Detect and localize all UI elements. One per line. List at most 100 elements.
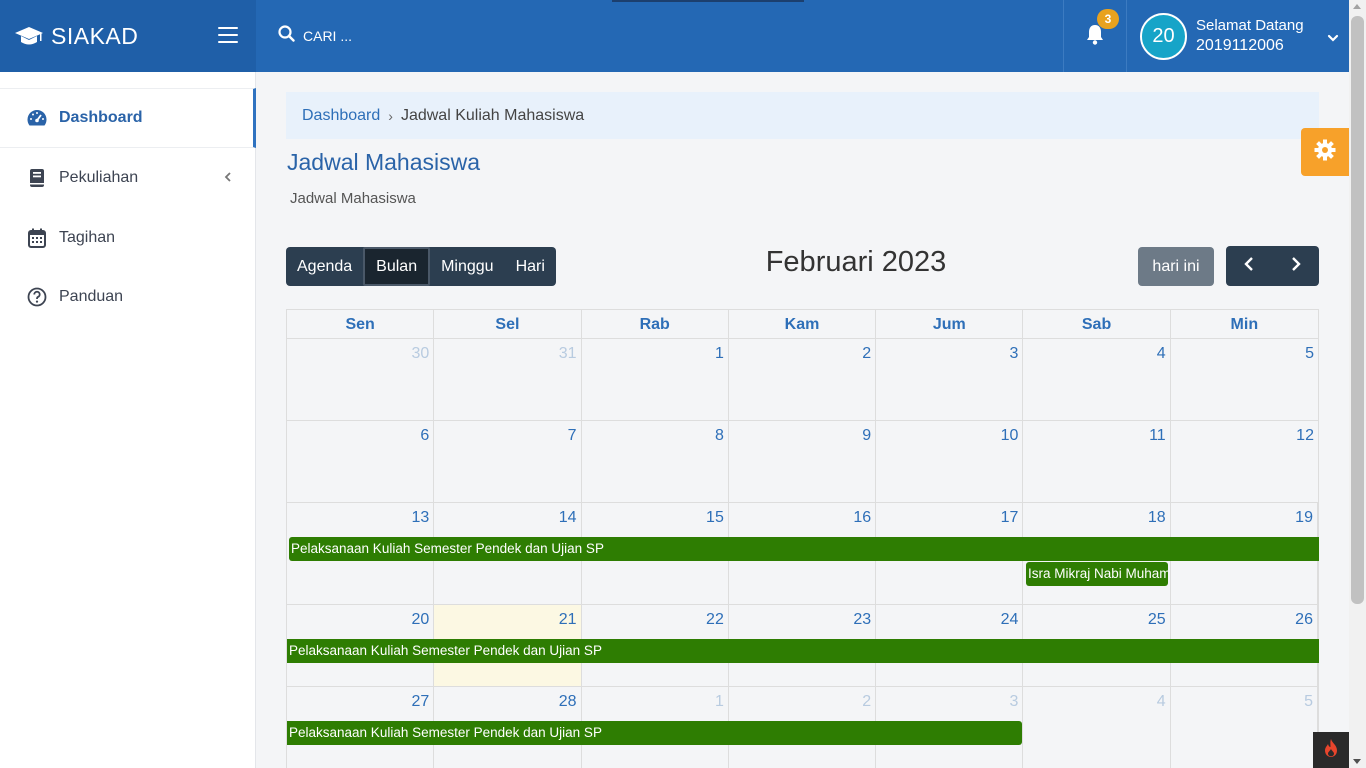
month-calendar: Sen Sel Rab Kam Jum Sab Min 30 31 1 2 3 …	[286, 309, 1319, 768]
day-number: 11	[1149, 427, 1166, 444]
question-circle-icon	[26, 286, 48, 308]
sidebar-item-dashboard[interactable]: Dashboard	[0, 88, 256, 148]
calendar-week: 30 31 1 2 3 4 5	[286, 339, 1319, 421]
menu-toggle-icon[interactable]	[218, 27, 238, 43]
gear-icon	[1314, 139, 1336, 166]
day-number: 5	[1304, 693, 1313, 710]
calendar-event[interactable]: Isra Mikraj Nabi Muhammad	[1026, 562, 1168, 586]
calendar-day[interactable]: 31	[434, 339, 582, 420]
dashboard-gauge-icon	[26, 107, 48, 129]
day-number: 9	[862, 427, 872, 444]
today-button[interactable]: hari ini	[1138, 247, 1214, 286]
day-number: 4	[1156, 693, 1166, 710]
chevron-left-icon	[224, 170, 232, 188]
calendar-day[interactable]: 30	[287, 339, 435, 420]
view-week-button[interactable]: Minggu	[430, 247, 504, 286]
scrollbar-thumb[interactable]	[1351, 16, 1364, 604]
calendar-icon	[26, 227, 48, 249]
calendar-week: 27 28 1 2 3 4 5 Pelaksanaan Kuliah Semes…	[286, 687, 1319, 768]
weekday-label: Rab	[582, 310, 729, 338]
day-number: 24	[1000, 611, 1019, 628]
day-number: 4	[1156, 345, 1166, 362]
user-id: 2019112006	[1196, 37, 1284, 54]
calendar-day[interactable]: 4	[1023, 687, 1171, 768]
day-number: 23	[853, 611, 872, 628]
day-number: 26	[1295, 611, 1313, 628]
book-icon	[26, 167, 48, 189]
search-icon	[278, 25, 295, 47]
calendar-day[interactable]: 5	[1171, 687, 1318, 768]
settings-button[interactable]	[1301, 128, 1349, 176]
top-navbar: SIAKAD 3 20 Selamat Datang 2019112006	[0, 0, 1349, 72]
sidebar: Dashboard Pekuliahan Tagihan Panduan	[0, 72, 256, 768]
debug-toolbar-button[interactable]	[1313, 732, 1349, 768]
prev-month-button[interactable]	[1226, 246, 1273, 286]
calendar-view-switcher: Agenda Bulan Minggu Hari	[286, 247, 556, 286]
view-day-button[interactable]: Hari	[505, 247, 556, 286]
day-number: 8	[714, 427, 724, 444]
notification-button[interactable]: 3	[1063, 0, 1127, 72]
calendar-day[interactable]: 7	[434, 421, 582, 502]
day-number: 21	[558, 611, 577, 628]
search-input[interactable]	[303, 28, 603, 44]
calendar-day[interactable]: 4	[1023, 339, 1171, 420]
weekday-label: Sel	[434, 310, 582, 338]
day-number: 30	[411, 345, 430, 362]
calendar-day[interactable]: 2	[729, 339, 877, 420]
breadcrumb-current: Jadwal Kuliah Mahasiswa	[400, 106, 585, 124]
calendar-day[interactable]: 5	[1171, 339, 1318, 420]
sidebar-item-panduan[interactable]: Panduan	[0, 267, 256, 327]
day-number: 3	[1009, 693, 1019, 710]
scroll-up-arrow-icon[interactable]	[1353, 4, 1361, 9]
weekday-label: Sen	[287, 310, 435, 338]
calendar-day[interactable]: 9	[729, 421, 877, 502]
day-number: 19	[1295, 509, 1313, 526]
calendar-day[interactable]: 11	[1023, 421, 1171, 502]
flame-icon	[1323, 738, 1339, 763]
day-number: 10	[1000, 427, 1019, 444]
user-greeting: Selamat Datang	[1196, 17, 1304, 34]
breadcrumb-dashboard-link[interactable]: Dashboard	[302, 107, 380, 125]
brand-name: SIAKAD	[51, 22, 139, 49]
day-number: 22	[706, 611, 724, 628]
day-number: 27	[411, 693, 430, 710]
view-agenda-button[interactable]: Agenda	[286, 247, 363, 286]
calendar-day[interactable]: 3	[876, 339, 1024, 420]
calendar-event[interactable]: Pelaksanaan Kuliah Semester Pendek dan U…	[287, 639, 1319, 663]
next-month-button[interactable]	[1273, 246, 1320, 286]
scroll-down-arrow-icon[interactable]	[1353, 759, 1361, 764]
day-number: 12	[1296, 427, 1314, 444]
weekday-label: Jum	[876, 310, 1024, 338]
calendar-day[interactable]: 6	[287, 421, 435, 502]
day-number: 2	[862, 345, 872, 362]
calendar-event[interactable]: Pelaksanaan Kuliah Semester Pendek dan U…	[289, 537, 1319, 561]
sidebar-item-tagihan[interactable]: Tagihan	[0, 208, 256, 268]
calendar-day[interactable]: 12	[1171, 421, 1318, 502]
day-number: 20	[411, 611, 430, 628]
sidebar-item-label: Tagihan	[59, 229, 116, 246]
weekday-header: Sen Sel Rab Kam Jum Sab Min	[286, 309, 1319, 339]
brand[interactable]: SIAKAD	[0, 0, 256, 72]
sidebar-item-pekuliahan[interactable]: Pekuliahan	[0, 148, 256, 208]
page-scrollbar[interactable]	[1349, 0, 1366, 768]
sidebar-item-label: Pekuliahan	[59, 169, 139, 186]
search-bar	[256, 0, 756, 72]
day-number: 25	[1147, 611, 1166, 628]
day-number: 7	[567, 427, 577, 444]
day-number: 3	[1009, 345, 1019, 362]
chevron-right-icon	[1290, 256, 1302, 277]
calendar-day[interactable]: 10	[876, 421, 1024, 502]
view-month-button[interactable]: Bulan	[363, 247, 431, 286]
calendar-event[interactable]: Pelaksanaan Kuliah Semester Pendek dan U…	[287, 721, 1022, 745]
calendar-nav	[1226, 246, 1319, 286]
calendar-week: 20 21 22 23 24 25 26 Pelaksanaan Kuliah …	[286, 605, 1319, 687]
calendar-day[interactable]: 1	[582, 339, 729, 420]
day-number: 31	[558, 345, 577, 362]
calendar-day[interactable]: 8	[582, 421, 729, 502]
weekday-label: Kam	[729, 310, 877, 338]
day-number: 15	[706, 509, 724, 526]
graduation-cap-icon	[14, 24, 46, 48]
weekday-label: Min	[1230, 316, 1259, 333]
user-menu[interactable]: 20 Selamat Datang 2019112006	[1140, 0, 1349, 72]
day-number: 6	[420, 427, 430, 444]
